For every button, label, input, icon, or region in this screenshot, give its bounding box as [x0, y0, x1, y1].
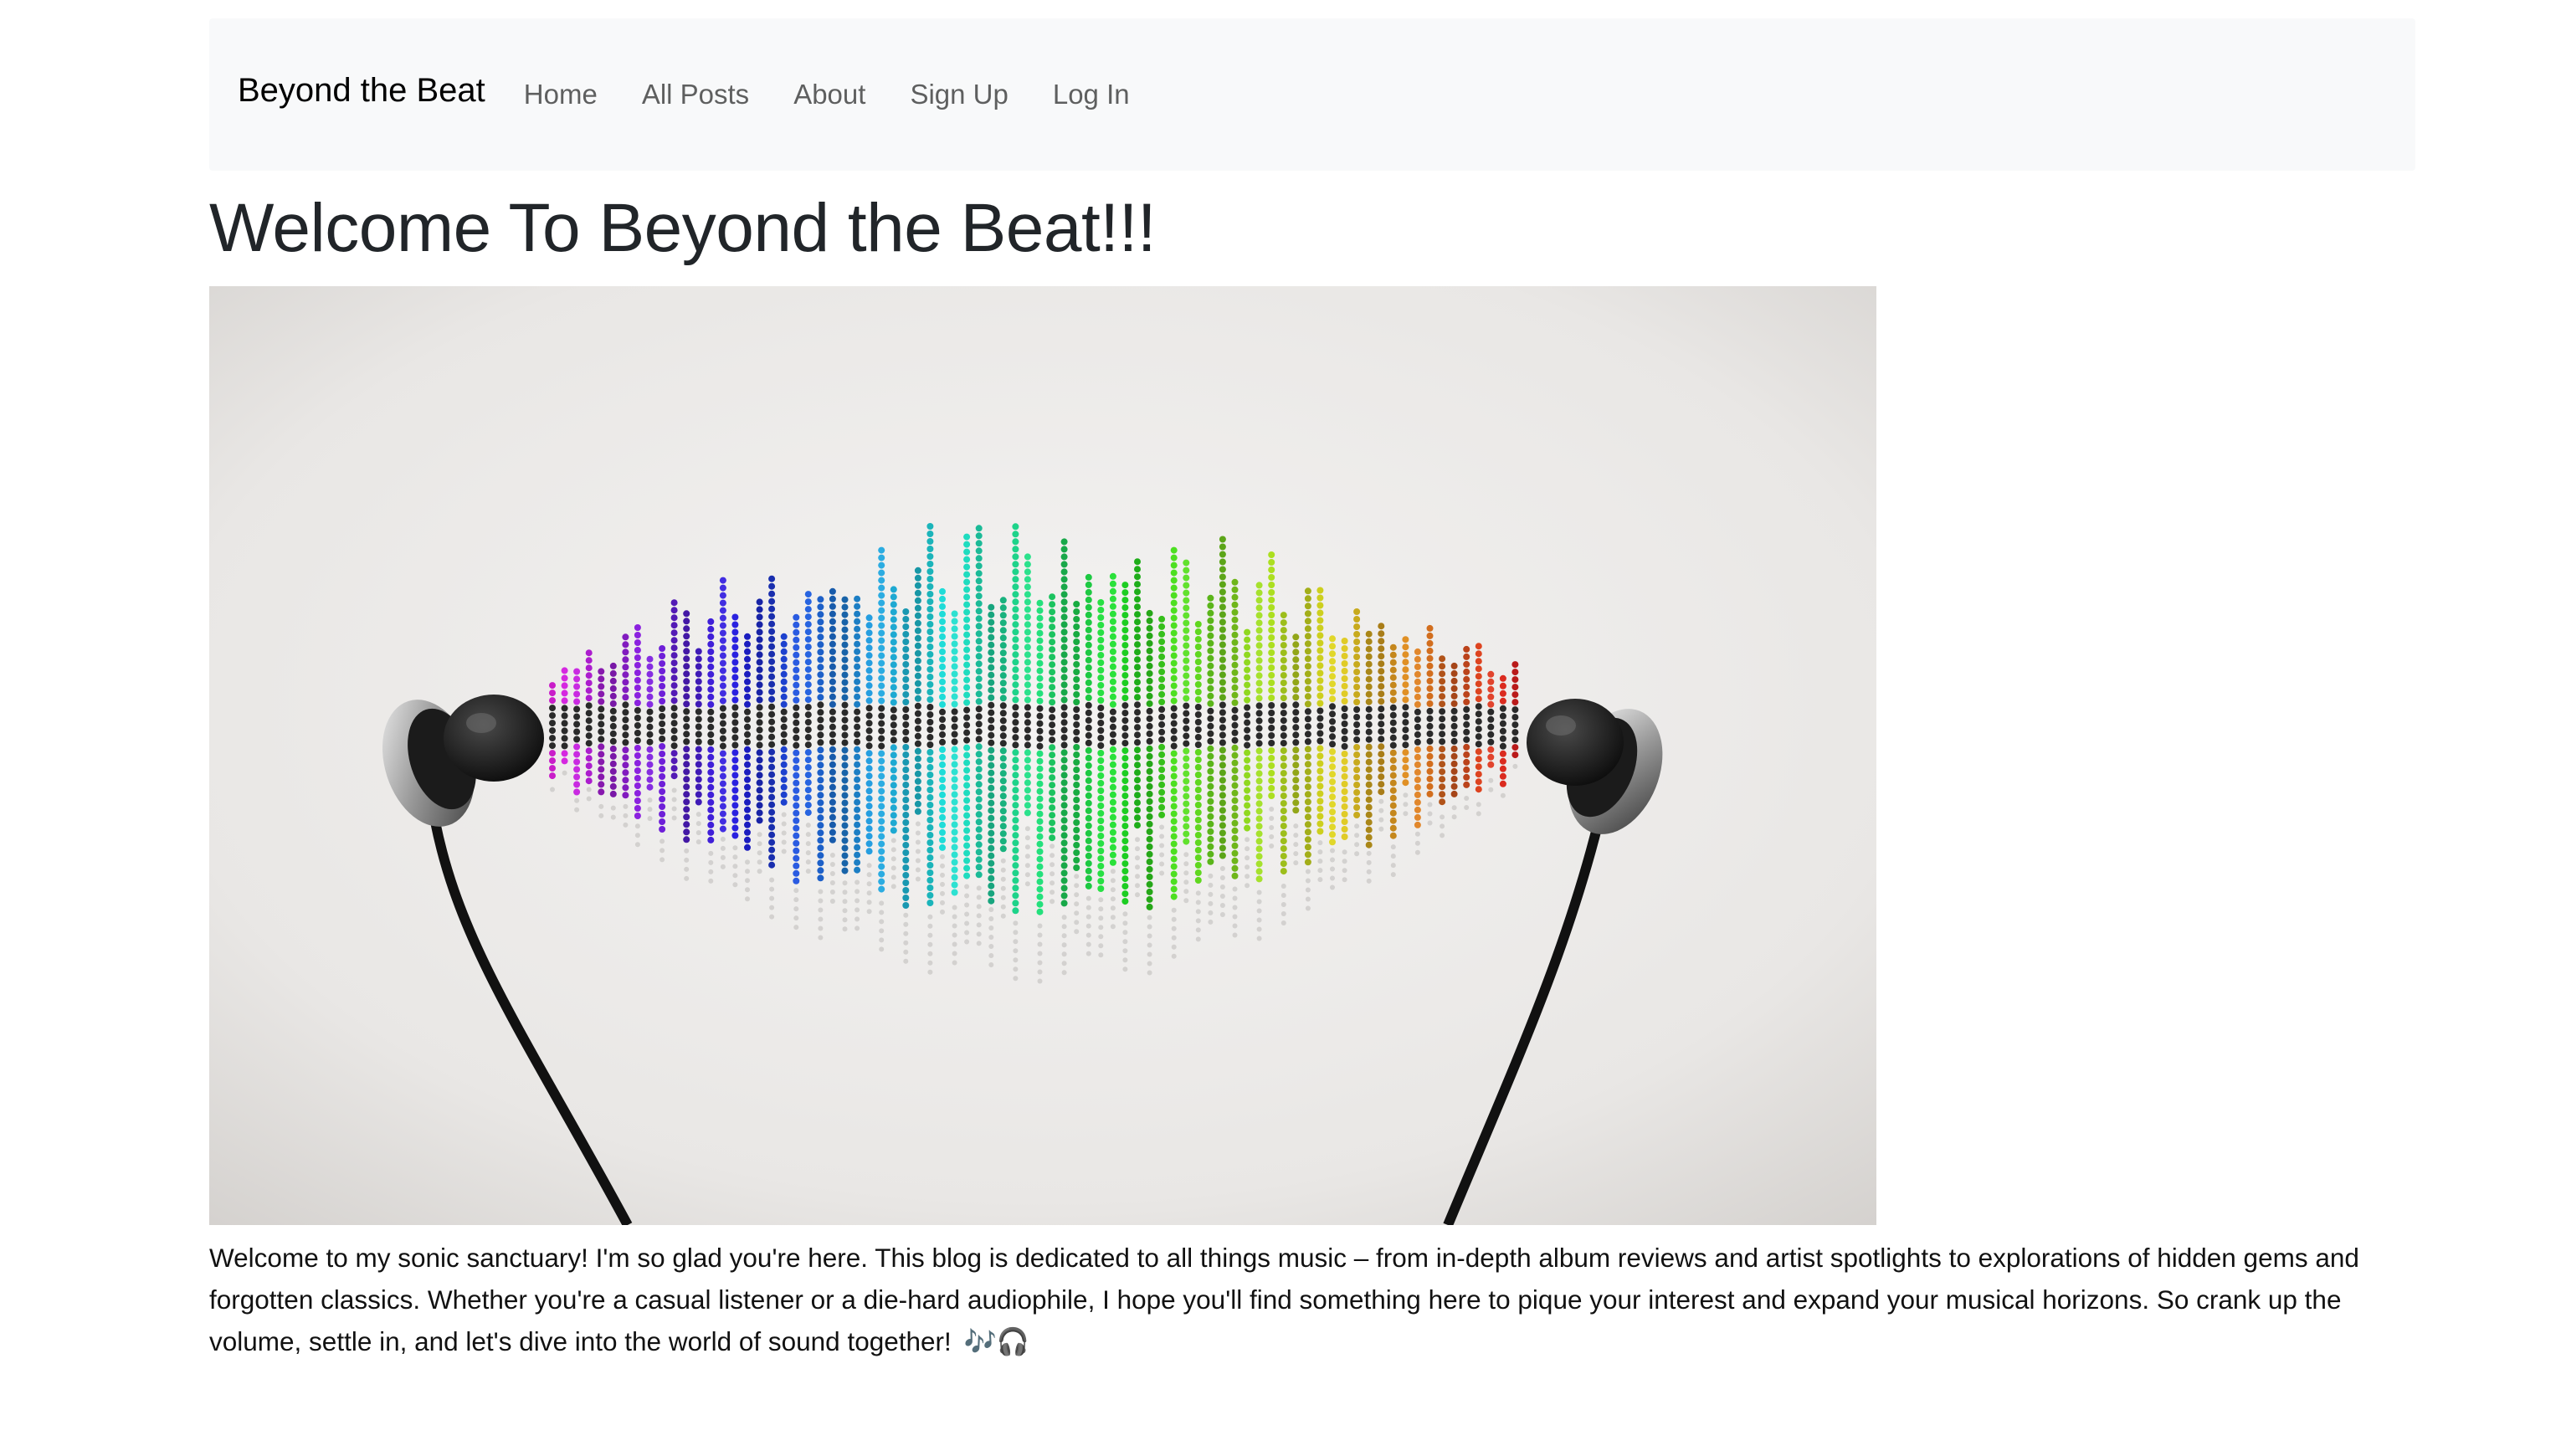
- nav-link-about[interactable]: About: [793, 79, 865, 110]
- nav-link-sign-up[interactable]: Sign Up: [910, 79, 1008, 110]
- intro-paragraph: Welcome to my sonic sanctuary! I'm so gl…: [209, 1237, 2415, 1362]
- nav-link-log-in[interactable]: Log In: [1053, 79, 1130, 110]
- music-headphones-icon: 🎶🎧: [963, 1326, 1030, 1357]
- page-container: Beyond the Beat Home All Posts About Sig…: [209, 18, 2415, 1362]
- brand-logo-link[interactable]: Beyond the Beat: [238, 72, 485, 110]
- nav-link-home[interactable]: Home: [524, 79, 598, 110]
- intro-text: Welcome to my sonic sanctuary! I'm so gl…: [209, 1243, 2359, 1357]
- nav-link-all-posts[interactable]: All Posts: [642, 79, 749, 110]
- page-title: Welcome To Beyond the Beat!!!: [209, 190, 1157, 266]
- hero-image: [209, 286, 1876, 1226]
- navbar: Beyond the Beat Home All Posts About Sig…: [209, 18, 2415, 171]
